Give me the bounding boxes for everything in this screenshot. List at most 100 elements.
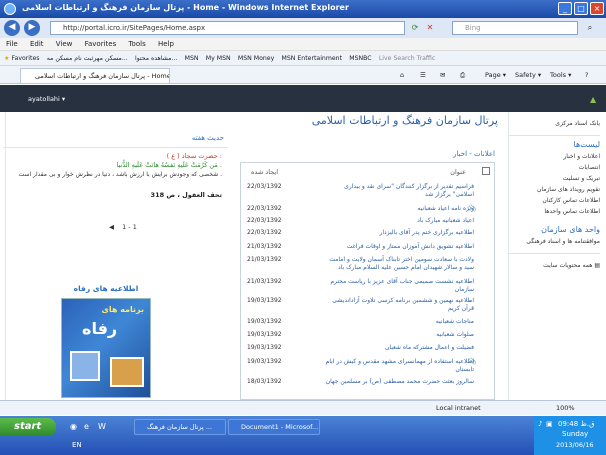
announcement-title[interactable]: اطلاعیه تشویق دانش آموزان ممتاز و اوقات … — [324, 243, 474, 251]
search-input[interactable]: Bing — [452, 21, 578, 35]
quick-launch-item[interactable]: اطلاعات تماس کارکنان — [509, 197, 600, 204]
announcement-title[interactable]: اطلاعیه برگزاری ختم پدر آقای بالیزدار — [324, 229, 474, 237]
taskbar-item-ie[interactable]: پرتال سازمان فرهنگ ... — [134, 419, 226, 435]
banner-photo — [110, 357, 144, 387]
ie-quicklaunch-icon[interactable]: e — [84, 422, 89, 431]
refresh-icon[interactable]: ⟳ — [410, 23, 420, 33]
stop-icon[interactable]: ✕ — [425, 23, 435, 33]
menu-tools[interactable]: Tools — [128, 40, 145, 48]
list-item[interactable]: ویژه نامه اعیاد شعبانیه 22/03/1392 📎 — [241, 205, 494, 215]
favorite-item[interactable]: MSN Money — [238, 51, 274, 65]
column-created[interactable]: ایجاد شده — [251, 168, 278, 176]
taskbar-item-word[interactable]: Document1 - Microsof... — [228, 419, 320, 435]
favorite-item[interactable]: MSNBC — [349, 51, 371, 65]
list-item[interactable]: اطلاعیه استفاده از مهمانسرای مشهد مقدس و… — [241, 358, 494, 374]
search-icon[interactable]: ⌕ — [585, 23, 595, 33]
quick-launch-icon[interactable]: ◉ — [70, 422, 77, 431]
attachment-icon: 📎 — [469, 358, 477, 365]
announcement-date: 21/03/1392 — [247, 278, 282, 285]
taskbar: start ◉ e W پرتال سازمان فرهنگ ... Docum… — [0, 416, 606, 455]
refah-banner-image[interactable]: برنامه های رفاه — [61, 298, 151, 398]
announcement-title[interactable]: فضیلت و اعمال مشترکه ماه شعبان — [324, 344, 474, 352]
announcement-title[interactable]: مناجات شعبانیه — [324, 318, 474, 326]
home-icon[interactable]: ⌂ — [400, 69, 404, 81]
menu-bar: File Edit View Favorites Tools Help — [0, 38, 606, 51]
quick-launch-item[interactable]: اطلاعات تماس واحدها — [509, 208, 600, 215]
url-input[interactable]: http://portal.icro.ir/SitePages/Home.asp… — [50, 21, 405, 35]
mail-icon[interactable]: ✉ — [440, 69, 445, 81]
zoom-level[interactable]: 100% — [556, 404, 575, 412]
list-item[interactable]: اطلاعیه تشویق دانش آموزان ممتاز و اوقات … — [241, 243, 494, 253]
lists-heading[interactable]: لیست‌ها — [509, 140, 601, 149]
list-item[interactable]: اطلاعیه نشست صمیمی جناب آقای عزیز با ریا… — [241, 278, 494, 294]
tab-home[interactable]: پرتال سازمان فرهنگ و ارتباطات اسلامی - H… — [20, 68, 170, 83]
list-item[interactable]: اطلاعیه نهمین و ششمین برنامه کرسی تلاوت … — [241, 297, 494, 315]
safety-menu[interactable]: Safety ▾ — [515, 69, 541, 81]
volume-icon[interactable]: ♪ — [538, 420, 542, 428]
list-item[interactable]: ولادت با سعادت سومین اختر تابناک آسمان و… — [241, 256, 494, 274]
announcements-header[interactable]: اعلانات - اخبار — [240, 150, 495, 160]
column-title[interactable]: عنوان — [450, 168, 466, 176]
announcement-title[interactable]: اعیاد شعبانیه مبارک باد — [324, 217, 474, 225]
site-title[interactable]: پرتال سازمان فرهنگ و ارتباطات اسلامی — [312, 114, 498, 127]
menu-view[interactable]: View — [56, 40, 73, 48]
select-all-checkbox[interactable] — [482, 167, 490, 175]
help-icon[interactable]: ? — [585, 69, 588, 81]
refah-logo: رفاه — [82, 319, 118, 338]
security-zone[interactable]: Local intranet — [436, 404, 481, 412]
forward-button[interactable]: ▶ — [24, 20, 40, 36]
tools-menu[interactable]: Tools ▾ — [550, 69, 571, 81]
pager-prev-icon[interactable]: ◀ — [109, 223, 114, 231]
maximize-button[interactable]: □ — [574, 2, 588, 15]
favorite-item[interactable]: مشاهده محتوا... — [135, 51, 177, 65]
user-menu[interactable]: ayatollahi ▾ — [28, 95, 65, 103]
word-quicklaunch-icon[interactable]: W — [98, 422, 106, 431]
menu-help[interactable]: Help — [158, 40, 174, 48]
site-actions-icon[interactable]: ▲ — [590, 95, 596, 104]
announcement-title[interactable]: صلوات شعبانیه — [324, 331, 474, 339]
quick-launch-item[interactable]: تقویم رویداد های سازمان — [509, 186, 600, 193]
announcement-title[interactable]: ولادت با سعادت سومین اختر تابناک آسمان و… — [324, 256, 474, 272]
announcement-title[interactable]: فراسیم تقدیر از برگزار کنندگان "سرای نقد… — [324, 183, 474, 199]
favorite-item[interactable]: MSN — [185, 51, 199, 65]
all-content-link[interactable]: همه محتویات سایت ▤ — [509, 262, 600, 269]
list-item[interactable]: مناجات شعبانیه 19/03/1392 — [241, 318, 494, 328]
quick-launch-item[interactable]: بانک اسناد مرکزی — [509, 120, 600, 127]
minimize-button[interactable]: _ — [558, 2, 572, 15]
menu-edit[interactable]: Edit — [30, 40, 44, 48]
favorite-item[interactable]: MSN Entertainment — [282, 51, 343, 65]
network-icon[interactable]: ▣ — [546, 420, 553, 428]
announcement-title[interactable]: ویژه نامه اعیاد شعبانیه — [324, 205, 475, 213]
announcement-title[interactable]: اطلاعیه نشست صمیمی جناب آقای عزیز با ریا… — [324, 278, 474, 294]
page-menu[interactable]: Page ▾ — [485, 69, 506, 81]
quick-launch-item[interactable]: اعلانات و اخبار — [509, 153, 600, 160]
list-item[interactable]: فراسیم تقدیر از برگزار کنندگان "سرای نقد… — [241, 183, 494, 201]
announcement-title[interactable]: اطلاعیه نهمین و ششمین برنامه کرسی تلاوت … — [324, 297, 474, 313]
quick-launch-item[interactable]: موافقتنامه ها و اسناد فرهنگی — [509, 238, 600, 245]
list-item[interactable]: اعیاد شعبانیه مبارک باد 22/03/1392 — [241, 217, 494, 227]
list-item[interactable]: صلوات شعبانیه 19/03/1392 — [241, 331, 494, 341]
menu-file[interactable]: File — [6, 40, 18, 48]
quick-launch-item[interactable]: تبریک و تسلیت — [509, 175, 600, 182]
favorite-item[interactable]: Live Search Traffic — [379, 51, 435, 65]
feeds-icon[interactable]: ☰ — [420, 69, 426, 81]
hadith-webpart: حدیث هفته حضرت سجاد ( ع ) : مَن كَرُمَتْ… — [3, 130, 228, 300]
favorite-item[interactable]: My MSN — [206, 51, 231, 65]
favorites-button[interactable]: ★ Favorites — [4, 51, 39, 65]
language-indicator[interactable]: EN — [72, 441, 82, 449]
list-item[interactable]: سالروز بعثت حضرت محمد مصطفی (ص) بر مسلمی… — [241, 378, 494, 388]
announcement-date: 19/03/1392 — [247, 344, 282, 351]
start-button[interactable]: start — [0, 418, 56, 436]
favorite-item[interactable]: مسکن مهرثبت نام مسکن مه... — [47, 51, 128, 65]
menu-favorites[interactable]: Favorites — [85, 40, 117, 48]
quick-launch-item[interactable]: انتصابات — [509, 164, 600, 171]
close-button[interactable]: × — [590, 2, 604, 15]
announcement-title[interactable]: اطلاعیه استفاده از مهمانسرای مشهد مقدس و… — [324, 358, 474, 374]
clock-time[interactable]: 09:48 ق.ظ — [558, 420, 595, 428]
print-icon[interactable]: ⎙ — [460, 69, 465, 81]
announcement-title[interactable]: سالروز بعثت حضرت محمد مصطفی (ص) بر مسلمی… — [324, 378, 474, 386]
list-item[interactable]: اطلاعیه برگزاری ختم پدر آقای بالیزدار 22/… — [241, 229, 494, 239]
list-item[interactable]: فضیلت و اعمال مشترکه ماه شعبان 19/03/1392 — [241, 344, 494, 354]
back-button[interactable]: ◀ — [4, 20, 20, 36]
units-heading[interactable]: واحد های سازمان — [509, 225, 600, 234]
